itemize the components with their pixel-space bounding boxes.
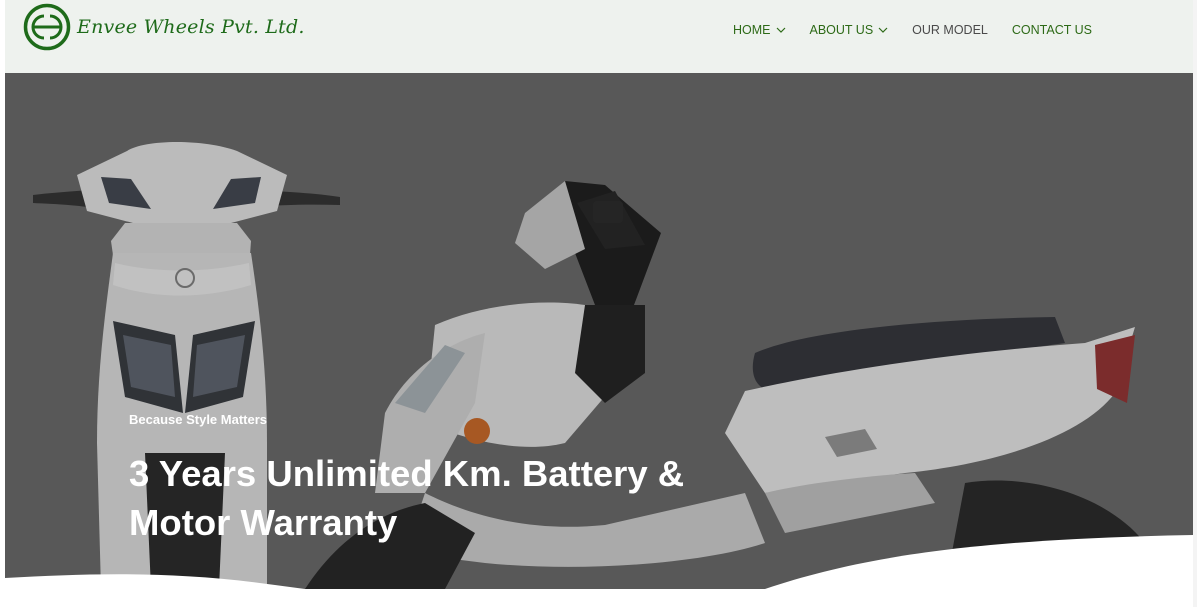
ee-monogram-icon <box>23 3 71 51</box>
chevron-down-icon <box>878 27 888 33</box>
hero-title: 3 Years Unlimited Km. Battery & Motor Wa… <box>129 453 685 543</box>
nav-our-model-label: OUR MODEL <box>912 23 988 37</box>
nav-home[interactable]: HOME <box>733 23 786 37</box>
nav-about-us[interactable]: ABOUT US <box>810 23 889 37</box>
brand-logo[interactable]: Envee Wheels Pvt. Ltd. <box>23 2 305 52</box>
hero-banner: Because Style Matters 3 Years Unlimited … <box>5 73 1193 589</box>
nav-contact-us-label: CONTACT US <box>1011 23 1092 37</box>
nav-contact-us[interactable]: CONTACT US <box>1012 23 1092 37</box>
site-header: Envee Wheels Pvt. Ltd. HOME ABOUT US OUR… <box>5 0 1193 73</box>
nav-our-model[interactable]: OUR MODEL <box>912 23 988 37</box>
brand-name: Envee Wheels Pvt. Ltd. <box>77 16 305 38</box>
nav-about-us-label: ABOUT US <box>809 23 874 37</box>
nav-home-label: HOME <box>733 23 771 37</box>
chevron-down-icon <box>776 27 785 33</box>
page-scrollbar-track[interactable] <box>1193 0 1197 607</box>
hero-subtitle: Because Style Matters <box>129 412 268 427</box>
main-nav: HOME ABOUT US OUR MODEL CONTACT US <box>733 20 1116 40</box>
